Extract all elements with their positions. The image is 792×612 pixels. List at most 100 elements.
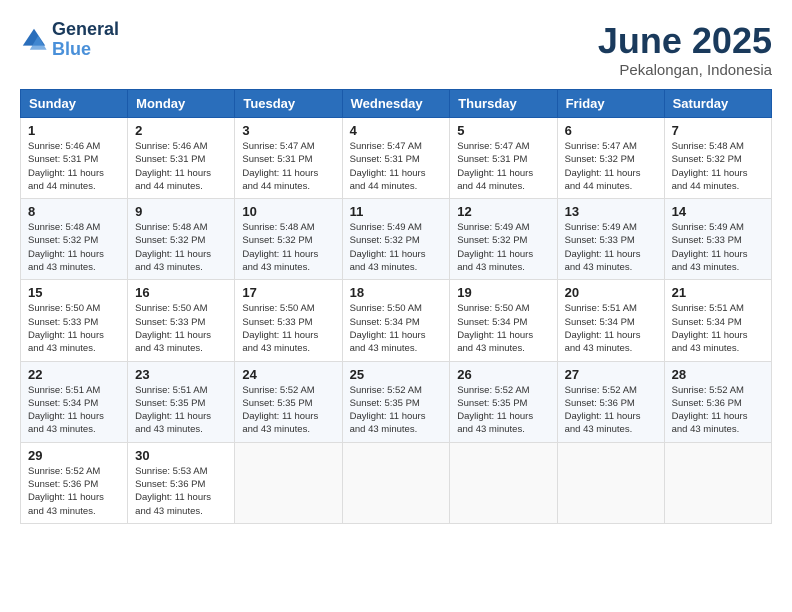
calendar-cell xyxy=(450,442,557,523)
calendar-body: 1 Sunrise: 5:46 AMSunset: 5:31 PMDayligh… xyxy=(21,118,772,524)
calendar-cell: 20 Sunrise: 5:51 AMSunset: 5:34 PMDaylig… xyxy=(557,280,664,361)
calendar-cell: 13 Sunrise: 5:49 AMSunset: 5:33 PMDaylig… xyxy=(557,199,664,280)
day-info: Sunrise: 5:48 AMSunset: 5:32 PMDaylight:… xyxy=(28,221,120,274)
calendar-cell: 3 Sunrise: 5:47 AMSunset: 5:31 PMDayligh… xyxy=(235,118,342,199)
calendar-cell: 15 Sunrise: 5:50 AMSunset: 5:33 PMDaylig… xyxy=(21,280,128,361)
calendar-cell: 5 Sunrise: 5:47 AMSunset: 5:31 PMDayligh… xyxy=(450,118,557,199)
calendar-row: 29 Sunrise: 5:52 AMSunset: 5:36 PMDaylig… xyxy=(21,442,772,523)
day-number: 20 xyxy=(565,285,657,300)
calendar-cell: 30 Sunrise: 5:53 AMSunset: 5:36 PMDaylig… xyxy=(128,442,235,523)
day-number: 7 xyxy=(672,123,764,138)
calendar-cell: 7 Sunrise: 5:48 AMSunset: 5:32 PMDayligh… xyxy=(664,118,771,199)
day-info: Sunrise: 5:50 AMSunset: 5:33 PMDaylight:… xyxy=(28,302,120,355)
day-number: 16 xyxy=(135,285,227,300)
day-number: 18 xyxy=(350,285,443,300)
day-number: 6 xyxy=(565,123,657,138)
day-number: 1 xyxy=(28,123,120,138)
day-info: Sunrise: 5:48 AMSunset: 5:32 PMDaylight:… xyxy=(242,221,334,274)
title-section: June 2025 Pekalongan, Indonesia xyxy=(598,20,772,79)
day-info: Sunrise: 5:52 AMSunset: 5:35 PMDaylight:… xyxy=(242,384,334,437)
day-info: Sunrise: 5:53 AMSunset: 5:36 PMDaylight:… xyxy=(135,465,227,518)
day-number: 19 xyxy=(457,285,549,300)
weekday-header-cell: Tuesday xyxy=(235,90,342,118)
day-number: 25 xyxy=(350,367,443,382)
day-number: 3 xyxy=(242,123,334,138)
calendar-cell: 22 Sunrise: 5:51 AMSunset: 5:34 PMDaylig… xyxy=(21,361,128,442)
calendar-cell xyxy=(557,442,664,523)
day-number: 30 xyxy=(135,448,227,463)
day-number: 22 xyxy=(28,367,120,382)
weekday-header-cell: Friday xyxy=(557,90,664,118)
day-info: Sunrise: 5:49 AMSunset: 5:33 PMDaylight:… xyxy=(565,221,657,274)
month-title: June 2025 xyxy=(598,20,772,62)
calendar-cell: 17 Sunrise: 5:50 AMSunset: 5:33 PMDaylig… xyxy=(235,280,342,361)
day-info: Sunrise: 5:49 AMSunset: 5:33 PMDaylight:… xyxy=(672,221,764,274)
logo: General Blue xyxy=(20,20,119,60)
day-number: 10 xyxy=(242,204,334,219)
calendar-cell: 16 Sunrise: 5:50 AMSunset: 5:33 PMDaylig… xyxy=(128,280,235,361)
day-info: Sunrise: 5:49 AMSunset: 5:32 PMDaylight:… xyxy=(457,221,549,274)
page-header: General Blue June 2025 Pekalongan, Indon… xyxy=(20,20,772,79)
day-number: 5 xyxy=(457,123,549,138)
calendar-cell: 24 Sunrise: 5:52 AMSunset: 5:35 PMDaylig… xyxy=(235,361,342,442)
day-info: Sunrise: 5:46 AMSunset: 5:31 PMDaylight:… xyxy=(135,140,227,193)
day-number: 23 xyxy=(135,367,227,382)
day-info: Sunrise: 5:48 AMSunset: 5:32 PMDaylight:… xyxy=(135,221,227,274)
calendar-cell: 21 Sunrise: 5:51 AMSunset: 5:34 PMDaylig… xyxy=(664,280,771,361)
calendar-cell: 9 Sunrise: 5:48 AMSunset: 5:32 PMDayligh… xyxy=(128,199,235,280)
day-info: Sunrise: 5:47 AMSunset: 5:31 PMDaylight:… xyxy=(242,140,334,193)
weekday-header-cell: Saturday xyxy=(664,90,771,118)
day-info: Sunrise: 5:47 AMSunset: 5:31 PMDaylight:… xyxy=(350,140,443,193)
day-info: Sunrise: 5:46 AMSunset: 5:31 PMDaylight:… xyxy=(28,140,120,193)
day-number: 24 xyxy=(242,367,334,382)
calendar-cell: 4 Sunrise: 5:47 AMSunset: 5:31 PMDayligh… xyxy=(342,118,450,199)
calendar-row: 8 Sunrise: 5:48 AMSunset: 5:32 PMDayligh… xyxy=(21,199,772,280)
calendar-cell: 10 Sunrise: 5:48 AMSunset: 5:32 PMDaylig… xyxy=(235,199,342,280)
day-info: Sunrise: 5:52 AMSunset: 5:36 PMDaylight:… xyxy=(565,384,657,437)
calendar-cell xyxy=(235,442,342,523)
calendar-cell: 23 Sunrise: 5:51 AMSunset: 5:35 PMDaylig… xyxy=(128,361,235,442)
logo-icon xyxy=(20,26,48,54)
calendar-cell: 12 Sunrise: 5:49 AMSunset: 5:32 PMDaylig… xyxy=(450,199,557,280)
calendar-cell: 27 Sunrise: 5:52 AMSunset: 5:36 PMDaylig… xyxy=(557,361,664,442)
calendar-row: 1 Sunrise: 5:46 AMSunset: 5:31 PMDayligh… xyxy=(21,118,772,199)
calendar-cell: 14 Sunrise: 5:49 AMSunset: 5:33 PMDaylig… xyxy=(664,199,771,280)
calendar-row: 22 Sunrise: 5:51 AMSunset: 5:34 PMDaylig… xyxy=(21,361,772,442)
weekday-header-cell: Wednesday xyxy=(342,90,450,118)
day-number: 4 xyxy=(350,123,443,138)
day-number: 26 xyxy=(457,367,549,382)
day-info: Sunrise: 5:48 AMSunset: 5:32 PMDaylight:… xyxy=(672,140,764,193)
weekday-header-cell: Sunday xyxy=(21,90,128,118)
day-number: 28 xyxy=(672,367,764,382)
calendar-cell: 29 Sunrise: 5:52 AMSunset: 5:36 PMDaylig… xyxy=(21,442,128,523)
day-info: Sunrise: 5:50 AMSunset: 5:34 PMDaylight:… xyxy=(350,302,443,355)
day-number: 14 xyxy=(672,204,764,219)
day-info: Sunrise: 5:50 AMSunset: 5:34 PMDaylight:… xyxy=(457,302,549,355)
day-info: Sunrise: 5:50 AMSunset: 5:33 PMDaylight:… xyxy=(242,302,334,355)
calendar-cell xyxy=(342,442,450,523)
calendar-row: 15 Sunrise: 5:50 AMSunset: 5:33 PMDaylig… xyxy=(21,280,772,361)
calendar-cell: 26 Sunrise: 5:52 AMSunset: 5:35 PMDaylig… xyxy=(450,361,557,442)
day-number: 17 xyxy=(242,285,334,300)
calendar-table: SundayMondayTuesdayWednesdayThursdayFrid… xyxy=(20,89,772,524)
day-info: Sunrise: 5:49 AMSunset: 5:32 PMDaylight:… xyxy=(350,221,443,274)
day-info: Sunrise: 5:52 AMSunset: 5:36 PMDaylight:… xyxy=(28,465,120,518)
day-info: Sunrise: 5:47 AMSunset: 5:32 PMDaylight:… xyxy=(565,140,657,193)
day-info: Sunrise: 5:52 AMSunset: 5:35 PMDaylight:… xyxy=(457,384,549,437)
calendar-cell: 25 Sunrise: 5:52 AMSunset: 5:35 PMDaylig… xyxy=(342,361,450,442)
day-number: 11 xyxy=(350,204,443,219)
weekday-header-cell: Monday xyxy=(128,90,235,118)
day-number: 29 xyxy=(28,448,120,463)
day-number: 2 xyxy=(135,123,227,138)
day-number: 21 xyxy=(672,285,764,300)
calendar-cell xyxy=(664,442,771,523)
calendar-cell: 1 Sunrise: 5:46 AMSunset: 5:31 PMDayligh… xyxy=(21,118,128,199)
day-info: Sunrise: 5:47 AMSunset: 5:31 PMDaylight:… xyxy=(457,140,549,193)
day-info: Sunrise: 5:52 AMSunset: 5:36 PMDaylight:… xyxy=(672,384,764,437)
day-number: 8 xyxy=(28,204,120,219)
logo-text: General Blue xyxy=(52,20,119,60)
day-info: Sunrise: 5:51 AMSunset: 5:34 PMDaylight:… xyxy=(672,302,764,355)
calendar-cell: 11 Sunrise: 5:49 AMSunset: 5:32 PMDaylig… xyxy=(342,199,450,280)
weekday-header-row: SundayMondayTuesdayWednesdayThursdayFrid… xyxy=(21,90,772,118)
day-info: Sunrise: 5:51 AMSunset: 5:34 PMDaylight:… xyxy=(28,384,120,437)
